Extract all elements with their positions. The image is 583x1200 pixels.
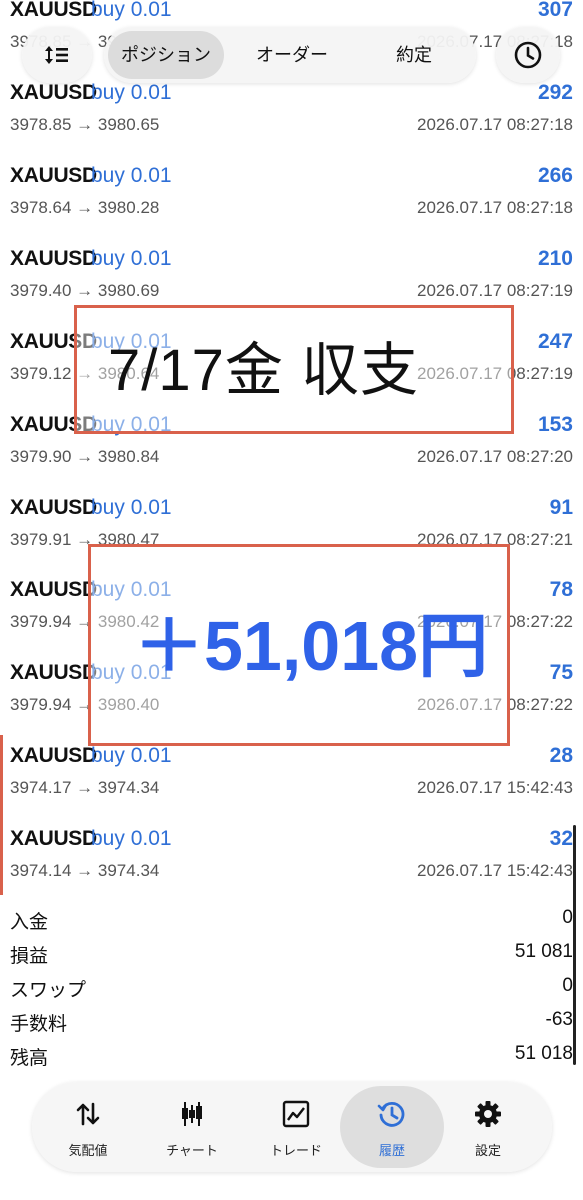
deal-prices: 3974.14 → 3974.34	[10, 861, 160, 880]
overlay-amount: ＋51,018円	[134, 607, 489, 685]
summary-value: 51 018	[514, 1043, 573, 1064]
nav-trade[interactable]: トレード	[244, 1086, 348, 1168]
nav-settings[interactable]: 設定	[436, 1086, 540, 1168]
summary-label: 残高	[10, 1048, 49, 1069]
tab-orders[interactable]: オーダー	[232, 31, 352, 79]
deal-row[interactable]: XAUUSD buy 0.01 32 3974.14 → 3974.34 2026.07…	[0, 819, 583, 902]
nav-chart-label: チャート	[166, 1143, 218, 1158]
deal-profit: 28	[549, 744, 573, 767]
overlay-title: 7/17金 収支	[108, 338, 419, 403]
summary-value: 51 081	[514, 941, 573, 962]
nav-history-label: 履歴	[378, 1143, 405, 1158]
summary-row: 入金 0	[0, 903, 583, 937]
deal-profit: 210	[537, 247, 573, 270]
deal-symbol: XAUUSD	[10, 827, 97, 850]
deal-time: 2026.07.17 08:27:20	[417, 447, 573, 466]
summary-label: 手数料	[10, 1014, 68, 1035]
deal-side-volume: buy 0.01	[91, 0, 172, 21]
clock-icon	[514, 41, 542, 69]
nav-chart[interactable]: チャート	[140, 1086, 244, 1168]
deal-symbol: XAUUSD	[10, 661, 97, 684]
deal-symbol: XAUUSD	[10, 0, 97, 21]
gear-icon	[475, 1101, 501, 1127]
deal-side-volume: buy 0.01	[91, 496, 172, 519]
summary-label: スワップ	[10, 980, 87, 1001]
deal-symbol: XAUUSD	[10, 247, 97, 270]
summary-row: 損益 51 081	[0, 937, 583, 971]
deal-symbol: XAUUSD	[10, 496, 97, 519]
deal-side-volume: buy 0.01	[91, 247, 172, 270]
deal-time: 2026.07.17 15:42:43	[417, 861, 573, 880]
deal-row[interactable]: XAUUSD buy 0.01 292 3978.85 → 3980.65 2026.0…	[0, 73, 583, 156]
summary-value: 0	[562, 907, 573, 928]
deal-time: 2026.07.17 15:42:43	[417, 778, 573, 797]
summary-row: 残高 51 018	[0, 1039, 583, 1073]
tab-positions[interactable]: ポジション	[108, 31, 224, 79]
trade-line-chart-icon	[282, 1100, 310, 1128]
tab-deals[interactable]: 約定	[356, 31, 472, 79]
deal-side-volume: buy 0.01	[91, 827, 172, 850]
summary-row: 手数料 -63	[0, 1005, 583, 1039]
nav-history[interactable]: 履歴	[340, 1086, 444, 1168]
period-button[interactable]	[496, 27, 560, 83]
deal-prices: 3978.85 → 3980.65	[10, 115, 160, 134]
deal-side-volume: buy 0.01	[91, 81, 172, 104]
scrollbar[interactable]	[573, 825, 576, 1065]
sort-button[interactable]	[22, 27, 92, 83]
deal-profit: 91	[549, 496, 573, 519]
deal-profit: 78	[549, 578, 573, 601]
nav-trade-label: トレード	[269, 1143, 322, 1158]
deal-prices: 3978.64 → 3980.28	[10, 198, 160, 217]
sort-icon	[45, 46, 68, 64]
nav-quotes-label: 気配値	[68, 1143, 108, 1158]
nav-quotes[interactable]: 気配値	[36, 1086, 140, 1168]
deal-profit: 75	[549, 661, 573, 684]
deal-profit: 32	[549, 827, 573, 850]
deal-prices: 3979.40 → 3980.69	[10, 281, 160, 300]
deal-profit: 247	[537, 330, 573, 353]
deal-time: 2026.07.17 08:27:18	[417, 198, 573, 217]
candlestick-chart-icon	[182, 1102, 202, 1126]
deal-time: 2026.07.17 08:27:18	[417, 115, 573, 134]
deal-time: 2026.07.17 08:27:19	[417, 281, 573, 300]
deal-prices: 3974.17 → 3974.34	[10, 778, 160, 797]
deal-prices: 3979.90 → 3980.84	[10, 447, 160, 466]
left-edge-marker	[0, 735, 3, 895]
deal-side-volume: buy 0.01	[91, 744, 172, 767]
deal-symbol: XAUUSD	[10, 164, 97, 187]
nav-settings-label: 設定	[474, 1143, 501, 1158]
deal-row[interactable]: XAUUSD buy 0.01 28 3974.17 → 3974.34 2026.07…	[0, 736, 583, 819]
quotes-arrows-icon	[76, 1102, 100, 1126]
summary-value: -63	[545, 1009, 573, 1030]
deal-symbol: XAUUSD	[10, 578, 97, 601]
history-clock-icon	[377, 1101, 405, 1127]
deal-profit: 153	[537, 413, 573, 436]
bottom-navigation: 気配値 チャート トレード 履歴 設定	[32, 1082, 552, 1172]
deal-symbol: XAUUSD	[10, 81, 97, 104]
deal-side-volume: buy 0.01	[91, 164, 172, 187]
deal-profit: 307	[537, 0, 573, 21]
summary-value: 0	[562, 975, 573, 996]
deal-profit: 292	[537, 81, 573, 104]
summary-row: スワップ 0	[0, 971, 583, 1005]
summary-label: 損益	[10, 946, 49, 967]
deal-row[interactable]: XAUUSD buy 0.01 266 3978.64 → 3980.28 2026.0…	[0, 156, 583, 239]
deal-profit: 266	[537, 164, 573, 187]
summary-label: 入金	[10, 912, 49, 933]
history-tabs: ポジション オーダー 約定	[104, 27, 476, 83]
deal-symbol: XAUUSD	[10, 744, 97, 767]
